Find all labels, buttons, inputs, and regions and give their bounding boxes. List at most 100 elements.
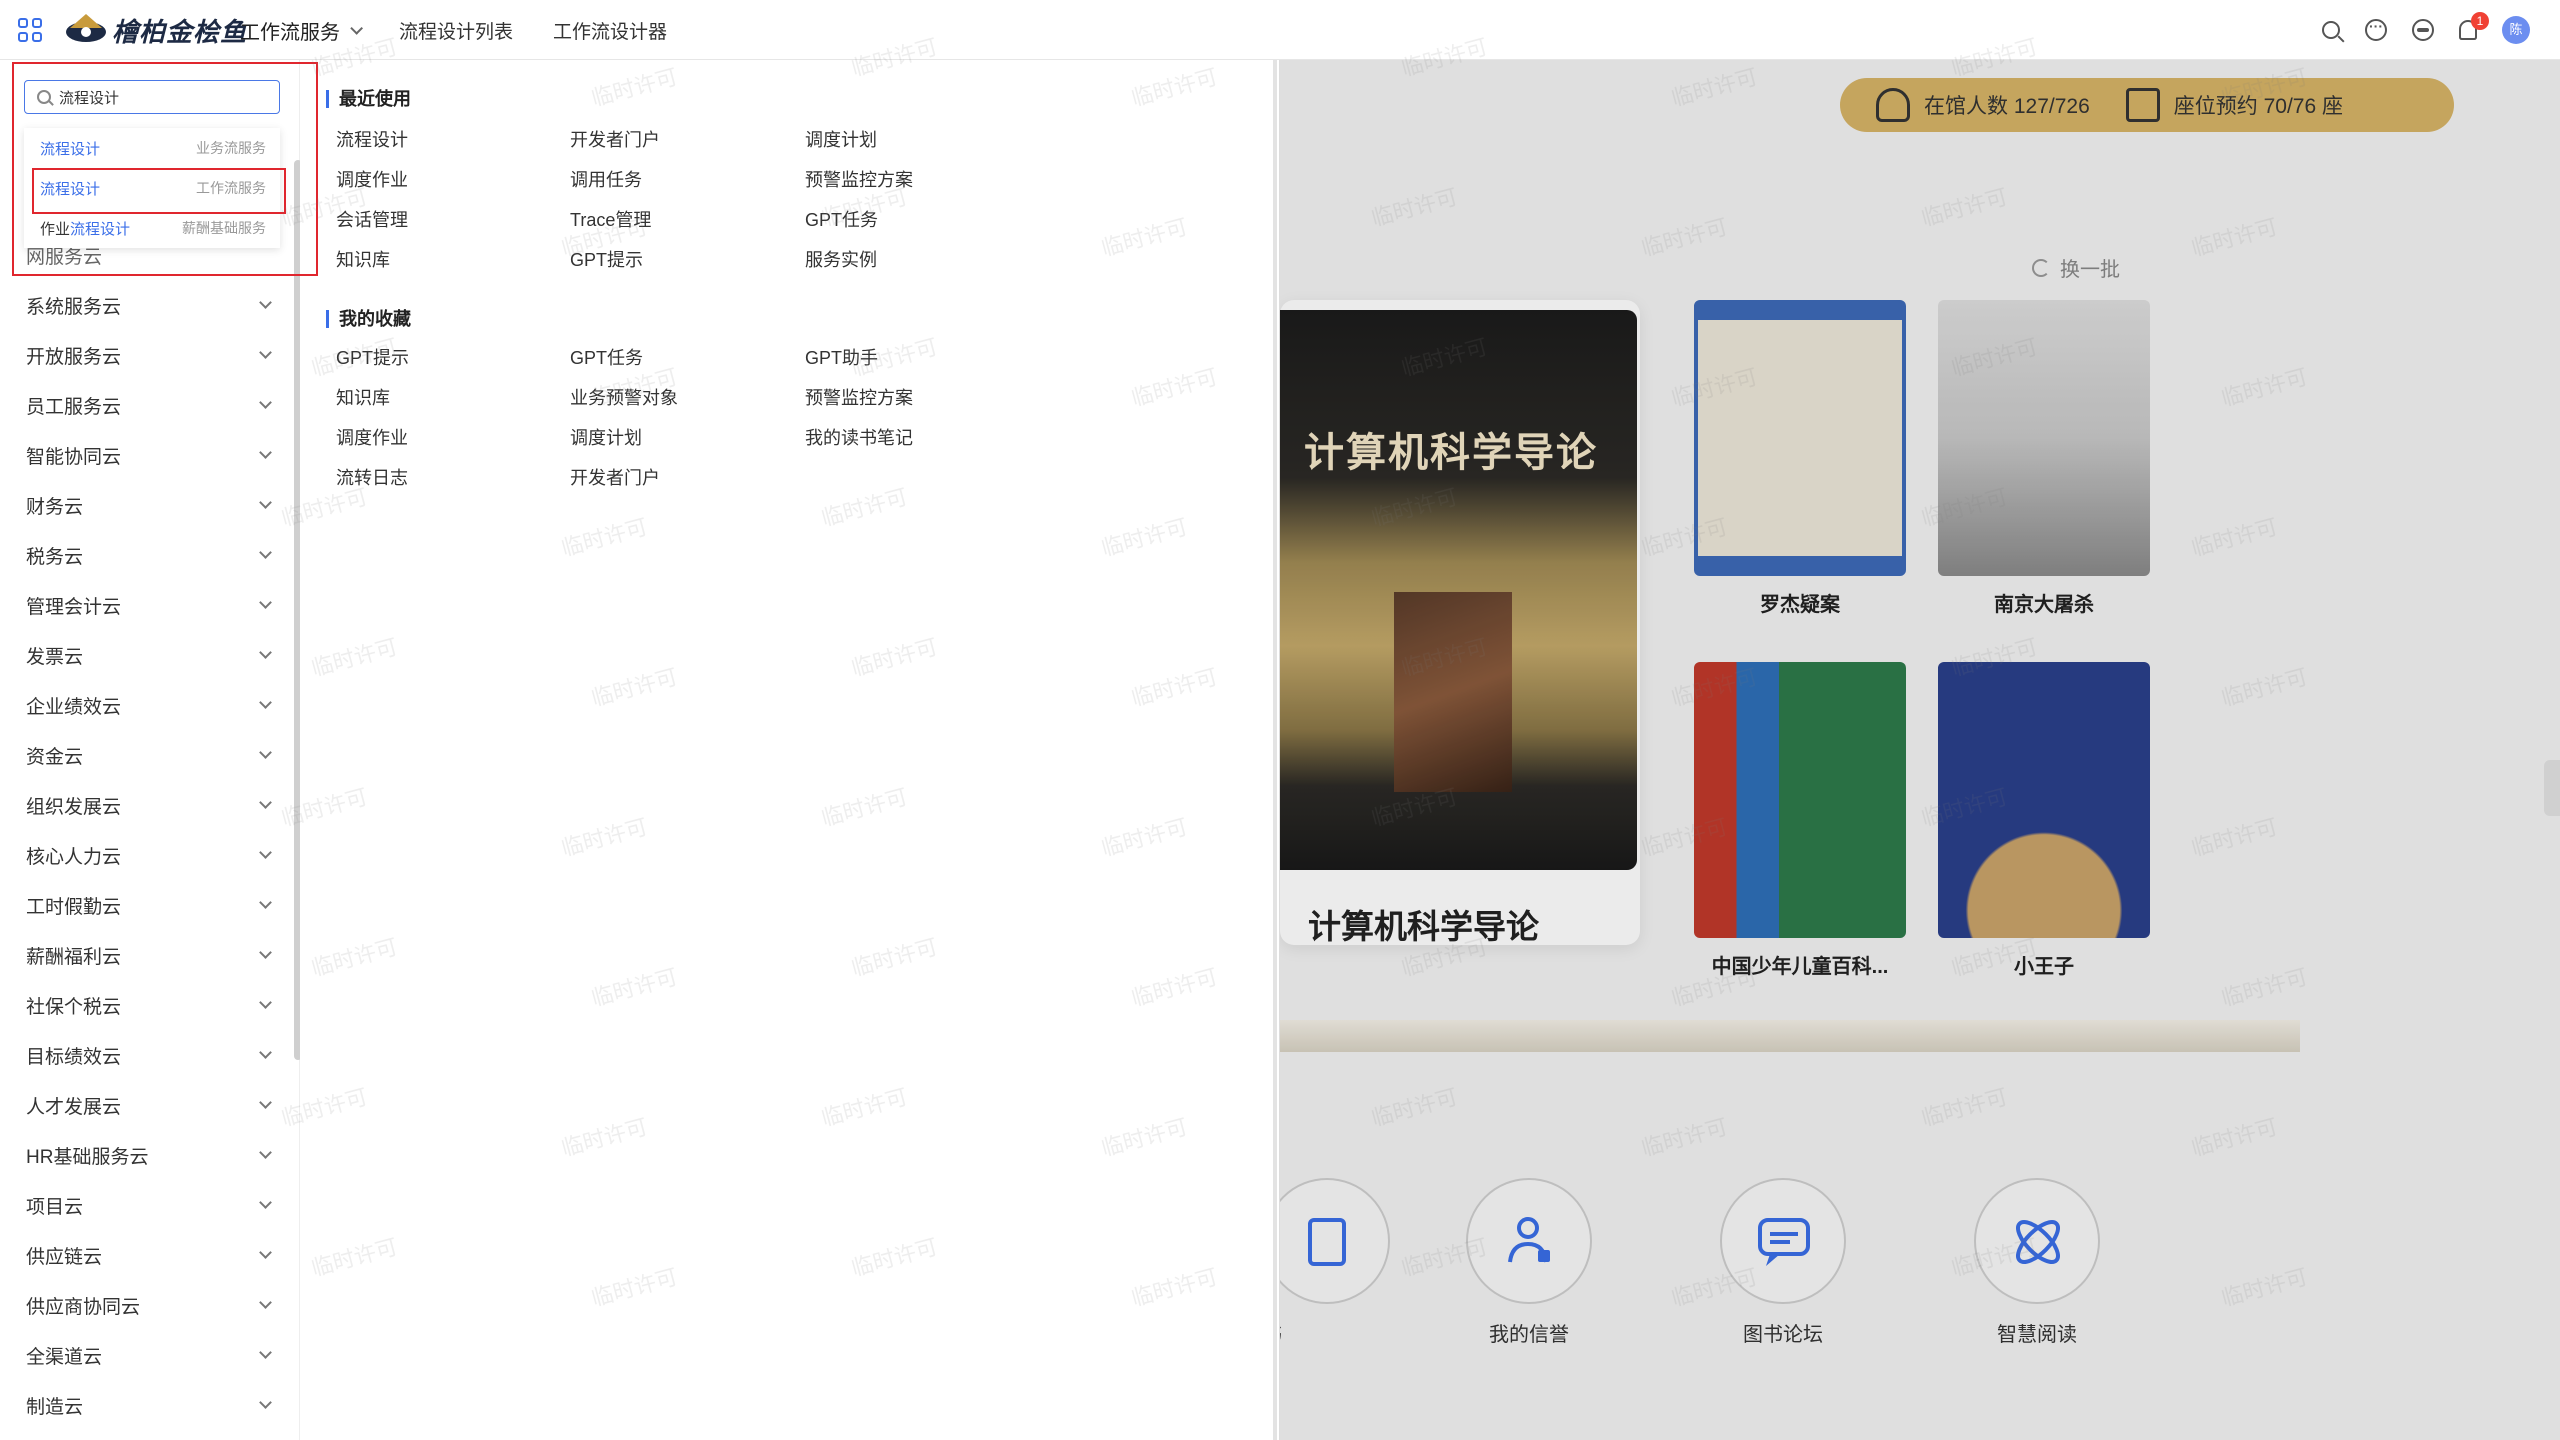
nav-workflow-designer[interactable]: 工作流设计器 bbox=[553, 17, 667, 44]
suggestion-match: 流程设计 bbox=[40, 180, 101, 198]
feature-books[interactable] bbox=[1264, 1178, 1390, 1304]
panel-scrollbar[interactable] bbox=[1273, 60, 1277, 1440]
nav-process-design-list[interactable]: 流程设计列表 bbox=[399, 17, 513, 44]
sidebar-item[interactable]: 供应链云 bbox=[0, 1230, 290, 1280]
menu-link[interactable]: 开发者门户 bbox=[570, 126, 660, 152]
sidebar-item[interactable]: 供应商协同云 bbox=[0, 1280, 290, 1330]
sidebar-item[interactable]: 制造云 bbox=[0, 1380, 290, 1430]
sidebar-item[interactable]: 薪酬福利云 bbox=[0, 930, 290, 980]
menu-link[interactable]: GPT任务 bbox=[805, 206, 878, 232]
chevron-down-icon bbox=[350, 21, 363, 35]
assistant-icon[interactable] bbox=[2412, 19, 2434, 41]
menu-link[interactable]: 预警监控方案 bbox=[805, 166, 913, 192]
sidebar-item[interactable]: 资金云 bbox=[0, 730, 290, 780]
avatar[interactable]: 陈 bbox=[2502, 16, 2530, 44]
app-grid-icon[interactable] bbox=[18, 18, 42, 42]
sidebar-item[interactable]: 管理会计云 bbox=[0, 580, 290, 630]
suggestion-item[interactable]: 作业流程设计 薪酬基础服务 bbox=[24, 208, 280, 248]
menu-link[interactable]: 流转日志 bbox=[336, 464, 408, 490]
book-cover[interactable] bbox=[1694, 300, 1906, 576]
sidebar-item[interactable]: 智能协同云 bbox=[0, 430, 290, 480]
feature-forum[interactable] bbox=[1720, 1178, 1846, 1304]
sidebar-item[interactable]: 财务云 bbox=[0, 480, 290, 530]
menu-link[interactable]: 流程设计 bbox=[336, 126, 408, 152]
sidebar-item[interactable]: 企业绩效云 bbox=[0, 680, 290, 730]
sidebar-item[interactable]: 全渠道云 bbox=[0, 1330, 290, 1380]
menu-link[interactable]: 业务预警对象 bbox=[570, 384, 678, 410]
side-collapse-handle[interactable] bbox=[2544, 760, 2560, 816]
nav-workflow-service[interactable]: 工作流服务 bbox=[240, 16, 363, 45]
chevron-down-icon bbox=[259, 546, 272, 559]
sidebar-item-label: 系统服务云 bbox=[26, 296, 122, 318]
sidebar-item[interactable]: 目标绩效云 bbox=[0, 1030, 290, 1080]
seat-icon bbox=[2125, 88, 2160, 122]
feature-label: 智慧阅读 bbox=[1997, 1324, 2077, 1346]
chevron-down-icon bbox=[259, 996, 272, 1009]
sidebar-item-label: 社保个税云 bbox=[26, 996, 122, 1018]
menu-link[interactable]: Trace管理 bbox=[570, 206, 651, 232]
sidebar-item[interactable]: HR基础服务云 bbox=[0, 1130, 290, 1180]
bell-icon[interactable]: 1 bbox=[2459, 12, 2489, 40]
menu-link[interactable]: 调度作业 bbox=[336, 166, 408, 192]
sidebar-item-label: 组织发展云 bbox=[26, 796, 122, 818]
search-icon[interactable] bbox=[2322, 21, 2340, 39]
user-shield-icon bbox=[1508, 1217, 1550, 1263]
suggestion-category: 薪酬基础服务 bbox=[182, 220, 266, 236]
menu-link[interactable]: 我的读书笔记 bbox=[805, 424, 913, 450]
menu-link[interactable]: GPT提示 bbox=[570, 246, 643, 272]
message-icon[interactable] bbox=[2365, 18, 2387, 41]
menu-link[interactable]: 会话管理 bbox=[336, 206, 408, 232]
chevron-down-icon bbox=[259, 696, 272, 709]
feature-credit[interactable] bbox=[1466, 1178, 1592, 1304]
sidebar-item-label: 智能协同云 bbox=[26, 446, 122, 468]
sidebar-item[interactable]: 税务云 bbox=[0, 530, 290, 580]
sidebar-item[interactable]: 系统服务云 bbox=[0, 280, 290, 330]
sidebar-item[interactable]: 员工服务云 bbox=[0, 380, 290, 430]
menu-link[interactable]: 调度计划 bbox=[805, 126, 877, 152]
chevron-down-icon bbox=[259, 1246, 272, 1259]
header-actions: 1 陈 bbox=[2297, 0, 2530, 60]
menu-search[interactable] bbox=[24, 80, 280, 114]
menu-link[interactable]: 知识库 bbox=[336, 384, 390, 410]
sidebar-item[interactable]: 核心人力云 bbox=[0, 830, 290, 880]
featured-book-card[interactable]: 计算机科学导论 计算机科学导论 bbox=[1280, 300, 1640, 945]
menu-link[interactable]: GPT任务 bbox=[570, 344, 643, 370]
menu-link[interactable]: 调度计划 bbox=[570, 424, 642, 450]
sidebar-item[interactable]: 工时假勤云 bbox=[0, 880, 290, 930]
bookshelf bbox=[1280, 1020, 2300, 1052]
chevron-down-icon bbox=[259, 1046, 272, 1059]
book-title: 中国少年儿童百科... bbox=[1711, 956, 1889, 978]
menu-link[interactable]: GPT提示 bbox=[336, 344, 409, 370]
sidebar-item-label: 供应商协同云 bbox=[26, 1296, 141, 1318]
menu-link[interactable]: 调用任务 bbox=[570, 166, 642, 192]
sidebar-item[interactable]: 组织发展云 bbox=[0, 780, 290, 830]
book-icon bbox=[1308, 1218, 1346, 1266]
recent-section-title: 最近使用 bbox=[326, 90, 411, 108]
search-suggestions: 流程设计 业务流服务 流程设计 工作流服务 作业流程设计 薪酬基础服务 bbox=[24, 128, 280, 248]
menu-link[interactable]: 开发者门户 bbox=[570, 464, 660, 490]
menu-link[interactable]: 预警监控方案 bbox=[805, 384, 913, 410]
refresh-icon bbox=[2032, 258, 2050, 277]
refresh-label: 换一批 bbox=[2060, 259, 2120, 281]
sidebar-item[interactable]: 社保个税云 bbox=[0, 980, 290, 1030]
library-stats-bar: 在馆人数 127/726 座位预约 70/76 座 bbox=[1840, 78, 2454, 132]
feature-smart-reading[interactable] bbox=[1974, 1178, 2100, 1304]
book-cover[interactable] bbox=[1938, 662, 2150, 938]
sidebar-item[interactable]: 发票云 bbox=[0, 630, 290, 680]
logo[interactable]: 檜柏金桧鱼 bbox=[64, 8, 247, 52]
sidebar-item-label: 资金云 bbox=[26, 746, 84, 768]
menu-link[interactable]: GPT助手 bbox=[805, 344, 878, 370]
sidebar-item[interactable]: 人才发展云 bbox=[0, 1080, 290, 1130]
sidebar-item[interactable]: 项目云 bbox=[0, 1180, 290, 1230]
book-cover[interactable] bbox=[1694, 662, 1906, 938]
chevron-down-icon bbox=[259, 346, 272, 359]
refresh-button[interactable]: 换一批 bbox=[2032, 253, 2120, 282]
menu-link[interactable]: 服务实例 bbox=[805, 246, 877, 272]
book-cover[interactable] bbox=[1938, 300, 2150, 576]
suggestion-item[interactable]: 流程设计 工作流服务 bbox=[24, 168, 280, 208]
suggestion-item[interactable]: 流程设计 业务流服务 bbox=[24, 128, 280, 168]
sidebar-item[interactable]: 开放服务云 bbox=[0, 330, 290, 380]
menu-search-input[interactable] bbox=[59, 88, 259, 106]
menu-link[interactable]: 调度作业 bbox=[336, 424, 408, 450]
menu-link[interactable]: 知识库 bbox=[336, 246, 390, 272]
